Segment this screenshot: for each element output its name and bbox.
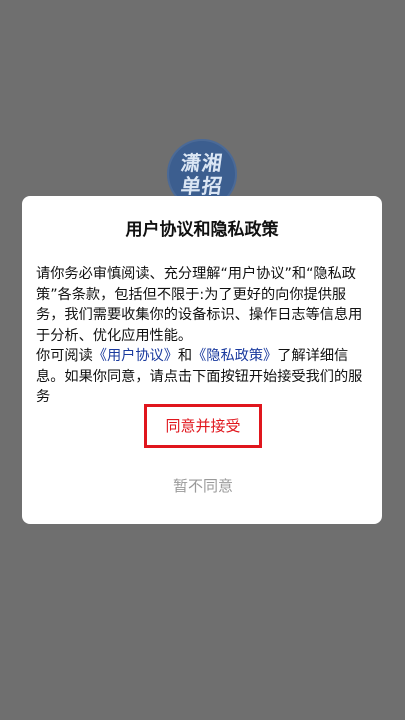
disagree-button[interactable]: 暂不同意 — [144, 474, 262, 498]
privacy-policy-link[interactable]: 《隐私政策》 — [192, 348, 277, 364]
policy-summary-paragraph: 请你务必审慎阅读、充分理解“用户协议”和“隐私政策”各条款，包括但不限于:为了更… — [36, 266, 363, 344]
dialog-title: 用户协议和隐私政策 — [125, 220, 279, 240]
and-text: 和 — [177, 348, 193, 364]
user-agreement-link[interactable]: 《用户协议》 — [93, 348, 178, 364]
logo-text-line-1: 潇湘 — [179, 150, 225, 175]
dialog-body: 请你务必审慎阅读、充分理解“用户协议”和“隐私政策”各条款，包括但不限于:为了更… — [36, 264, 370, 408]
logo-text-line-2: 单招 — [179, 173, 225, 198]
agree-button[interactable]: 同意并接受 — [144, 404, 262, 448]
policy-links-paragraph: 你可阅读《用户协议》和《隐私政策》了解详细信息。如果你同意，请点击下面按钮开始接… — [36, 346, 370, 408]
read-prefix-text: 你可阅读 — [36, 348, 93, 364]
privacy-dialog: 用户协议和隐私政策 请你务必审慎阅读、充分理解“用户协议”和“隐私政策”各条款，… — [22, 196, 382, 524]
